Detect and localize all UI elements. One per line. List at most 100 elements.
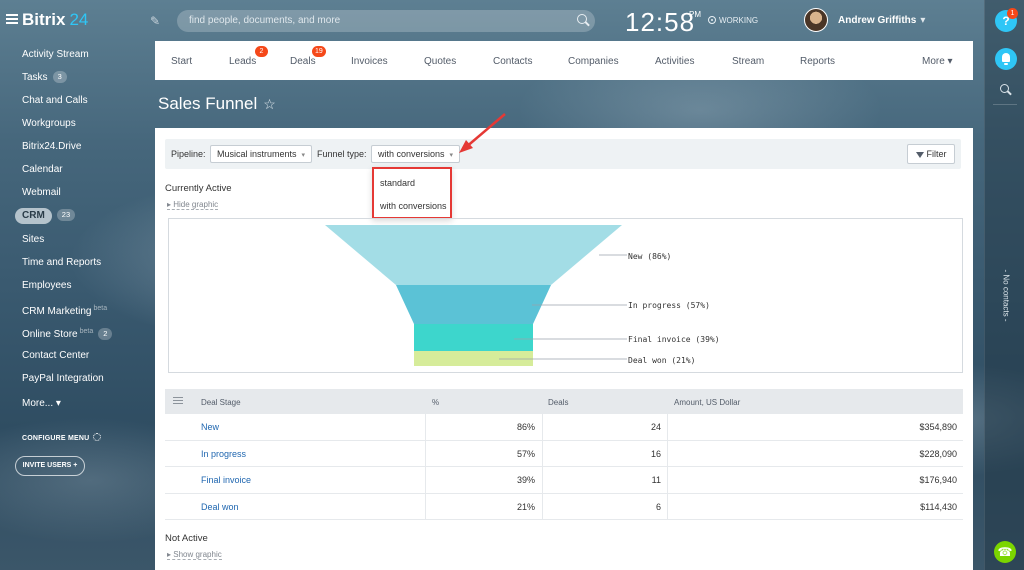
no-contacts-label: - No contacts - [1001,269,1011,322]
funnel-label-new: New (86%) [628,252,671,261]
column-header-pct[interactable]: % [432,398,439,407]
tab-activities[interactable]: Activities [655,56,694,67]
column-header-stage[interactable]: Deal Stage [201,398,241,407]
chevron-down-icon: ▾ [301,152,306,159]
filter-bar: Pipeline: Musical instruments ▾ Funnel ty… [165,139,961,169]
deals-cell: 6 [655,501,661,512]
funnel-stage-new [325,225,622,285]
sidebar-item-webmail[interactable]: Webmail [22,185,61,201]
sidebar-item-time-reports[interactable]: Time and Reports [22,255,101,271]
table-row: Deal won 21% 6 $114,430 [165,493,963,520]
column-header-deals[interactable]: Deals [548,398,568,407]
dropdown-option-standard[interactable]: standard [380,178,415,188]
stage-link[interactable]: Deal won [201,502,239,512]
deals-cell: 16 [650,448,661,459]
sidebar-item-online-store[interactable]: Online Store beta 2 [22,324,113,340]
count-badge: 19 [312,46,326,57]
search-icon[interactable] [1000,84,1009,93]
clock[interactable]: 12:58 PM [625,7,701,38]
help-badge: 1 [1007,8,1018,19]
pipeline-label: Pipeline: [171,149,206,159]
tab-deals[interactable]: Deals 19 [290,46,326,67]
pipeline-select[interactable]: Musical instruments ▾ [210,145,313,163]
avatar[interactable] [804,8,828,32]
configure-menu-button[interactable]: CONFIGURE MENU [22,433,102,442]
funnel-stage-deal-won [414,351,533,366]
tab-quotes[interactable]: Quotes [424,56,456,67]
tab-companies[interactable]: Companies [568,56,619,67]
page-title: Sales Funnel ☆ [158,94,276,113]
sidebar-item-drive[interactable]: Bitrix24.Drive [22,139,81,155]
gear-icon [93,433,102,441]
stage-link[interactable]: Final invoice [201,475,251,485]
chevron-down-icon: ▾ [920,15,926,26]
search-icon[interactable] [577,14,587,24]
table-header: Deal Stage % Deals Amount, US Dollar [165,389,963,414]
sidebar-item-workgroups[interactable]: Workgroups [22,116,76,132]
amount-cell: $354,890 [919,422,957,432]
hide-graphic-link[interactable]: ▸ Hide graphic [167,200,219,210]
main-panel: Pipeline: Musical instruments ▾ Funnel ty… [155,113,973,570]
funnel-label-in-progress: In progress (57%) [628,301,710,310]
sidebar-item-calendar[interactable]: Calendar [22,162,63,178]
phone-icon[interactable] [994,541,1016,563]
tab-stream[interactable]: Stream [732,56,764,67]
tab-invoices[interactable]: Invoices [351,56,388,67]
sidebar-item-tasks[interactable]: Tasks 3 [22,70,67,86]
amount-cell: $228,090 [919,448,957,459]
deals-cell: 24 [650,422,661,432]
sidebar-item-activity-stream[interactable]: Activity Stream [22,47,89,63]
user-menu[interactable]: Andrew Griffiths ▾ [838,15,925,26]
funnel-stage-final-invoice [414,324,533,351]
funnel-type-select[interactable]: with conversions ▾ [371,145,461,163]
chevron-down-icon: ▾ [449,152,454,159]
deals-cell: 11 [651,475,661,485]
funnel-label-final-invoice: Final invoice (39%) [628,335,720,344]
sidebar-item-crm-marketing[interactable]: CRM Marketing beta [22,301,107,317]
right-sidebar: ? 1 - No contacts - [984,0,1024,570]
stage-link[interactable]: In progress [201,449,246,459]
show-graphic-link[interactable]: ▸ Show graphic [167,550,222,560]
funnel-chart: New (86%) In progress (57%) Final invoic… [168,218,963,373]
sidebar-item-sites[interactable]: Sites [22,232,44,248]
clock-icon [708,16,716,24]
funnel-type-label: Funnel type: [317,149,367,159]
section-title-inactive: Not Active [165,533,208,544]
filter-button[interactable]: Filter [907,144,955,164]
search-input[interactable]: find people, documents, and more [177,10,595,32]
menu-toggle-icon[interactable] [6,14,18,24]
sidebar-item-more[interactable]: More... ▾ [22,396,61,412]
logo[interactable]: Bitrix 24 [22,10,88,30]
count-badge: 3 [52,71,67,83]
tab-more[interactable]: More ▾ [922,56,953,67]
deal-stage-table: Deal Stage % Deals Amount, US Dollar New… [165,389,963,520]
column-menu-icon[interactable] [173,397,183,404]
funnel-type-dropdown: standard with conversions [372,167,452,219]
pencil-icon[interactable]: ✎ [150,14,160,28]
working-status[interactable]: WORKING [708,16,758,25]
tab-start[interactable]: Start [171,56,192,67]
amount-cell: $176,940 [919,475,957,485]
bell-icon[interactable] [995,48,1017,70]
dropdown-option-with-conversions[interactable]: with conversions [380,201,447,211]
table-row: New 86% 24 $354,890 [165,414,963,441]
stage-link[interactable]: New [201,422,219,432]
column-header-amount[interactable]: Amount, US Dollar [674,398,740,407]
count-badge: 2 [98,328,113,340]
sidebar-item-paypal[interactable]: PayPal Integration [22,371,104,387]
invite-users-button[interactable]: INVITE USERS + [15,456,85,476]
table-row: In progress 57% 16 $228,090 [165,440,963,467]
sidebar-item-contact-center[interactable]: Contact Center [22,348,89,364]
count-badge: 23 [56,209,76,221]
tab-reports[interactable]: Reports [800,56,835,67]
star-icon[interactable]: ☆ [263,96,276,112]
sidebar-item-chat[interactable]: Chat and Calls [22,93,88,109]
tab-contacts[interactable]: Contacts [493,56,532,67]
sidebar-item-employees[interactable]: Employees [22,278,71,294]
annotation-arrow [459,113,506,153]
pct-cell: 21% [516,501,535,512]
pct-cell: 57% [516,448,535,459]
tab-leads[interactable]: Leads 2 [229,46,268,67]
filter-icon [915,152,924,158]
sidebar-item-crm[interactable]: CRM 23 [15,208,76,224]
